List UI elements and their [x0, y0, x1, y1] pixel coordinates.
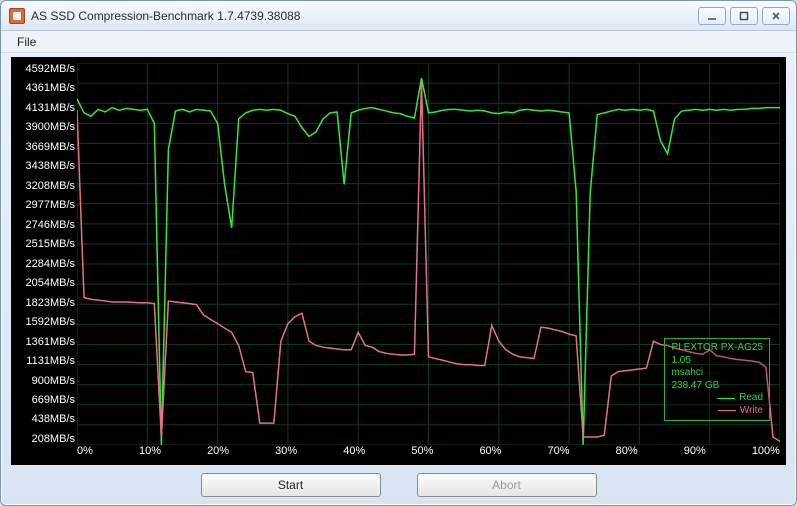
maximize-button[interactable]	[730, 7, 758, 25]
legend: PLEXTOR PX-AG25 1.05 msahci 238.47 GB Re…	[664, 338, 770, 421]
start-button[interactable]: Start	[201, 473, 381, 497]
x-tick: 80%	[616, 445, 638, 457]
y-tick: 3438MB/s	[13, 160, 75, 172]
close-button[interactable]	[762, 7, 790, 25]
plot-area: PLEXTOR PX-AG25 1.05 msahci 238.47 GB Re…	[77, 63, 780, 445]
button-bar: Start Abort	[11, 465, 786, 505]
legend-driver: msahci	[671, 367, 763, 380]
x-tick: 60%	[479, 445, 501, 457]
x-tick: 50%	[411, 445, 433, 457]
y-tick: 208MB/s	[13, 433, 75, 445]
y-tick: 1131MB/s	[13, 355, 75, 367]
minimize-button[interactable]	[698, 7, 726, 25]
y-tick: 3208MB/s	[13, 180, 75, 192]
y-tick: 1823MB/s	[13, 297, 75, 309]
y-tick: 900MB/s	[13, 375, 75, 387]
y-tick: 4592MB/s	[13, 63, 75, 75]
legend-swatch-write	[718, 410, 736, 411]
y-axis: 4592MB/s 4361MB/s 4131MB/s 3900MB/s 3669MB/s…	[11, 57, 77, 445]
titlebar[interactable]: AS SSD Compression-Benchmark 1.7.4739.38…	[1, 1, 796, 31]
y-tick: 2284MB/s	[13, 258, 75, 270]
y-tick: 438MB/s	[13, 413, 75, 425]
y-tick: 3900MB/s	[13, 121, 75, 133]
menu-file[interactable]: File	[9, 33, 44, 51]
x-tick: 30%	[275, 445, 297, 457]
y-tick: 2515MB/s	[13, 238, 75, 250]
y-tick: 4131MB/s	[13, 102, 75, 114]
legend-row-write: Write	[671, 405, 763, 418]
minimize-icon	[707, 11, 717, 21]
chart: 4592MB/s 4361MB/s 4131MB/s 3900MB/s 3669MB/s…	[11, 57, 786, 465]
y-tick: 4361MB/s	[13, 82, 75, 94]
app-icon	[9, 8, 25, 24]
window-title: AS SSD Compression-Benchmark 1.7.4739.38…	[31, 9, 300, 23]
x-tick: 10%	[139, 445, 161, 457]
x-tick: 40%	[343, 445, 365, 457]
abort-button[interactable]: Abort	[417, 473, 597, 497]
y-tick: 669MB/s	[13, 394, 75, 406]
legend-swatch-read	[717, 398, 735, 399]
x-tick: 90%	[684, 445, 706, 457]
legend-write-label: Write	[740, 405, 763, 418]
app-window: AS SSD Compression-Benchmark 1.7.4739.38…	[0, 0, 797, 506]
maximize-icon	[739, 11, 749, 21]
y-tick: 1592MB/s	[13, 316, 75, 328]
legend-read-label: Read	[739, 392, 763, 405]
x-axis: 0% 10% 20% 30% 40% 50% 60% 70% 80% 90% 100%	[77, 445, 780, 465]
menubar: File	[1, 31, 796, 53]
content-area: 4592MB/s 4361MB/s 4131MB/s 3900MB/s 3669MB/s…	[1, 53, 796, 505]
x-tick: 70%	[548, 445, 570, 457]
legend-firmware: 1.05	[671, 355, 763, 368]
y-tick: 2746MB/s	[13, 219, 75, 231]
x-tick: 100%	[752, 445, 780, 457]
legend-device: PLEXTOR PX-AG25	[671, 342, 763, 355]
y-tick: 1361MB/s	[13, 336, 75, 348]
y-tick: 3669MB/s	[13, 141, 75, 153]
y-tick: 2977MB/s	[13, 199, 75, 211]
x-tick: 20%	[207, 445, 229, 457]
legend-row-read: Read	[671, 392, 763, 405]
legend-capacity: 238.47 GB	[671, 380, 763, 393]
window-controls	[698, 7, 790, 25]
x-tick: 0%	[77, 445, 93, 457]
y-tick: 2054MB/s	[13, 277, 75, 289]
close-icon	[771, 11, 781, 21]
